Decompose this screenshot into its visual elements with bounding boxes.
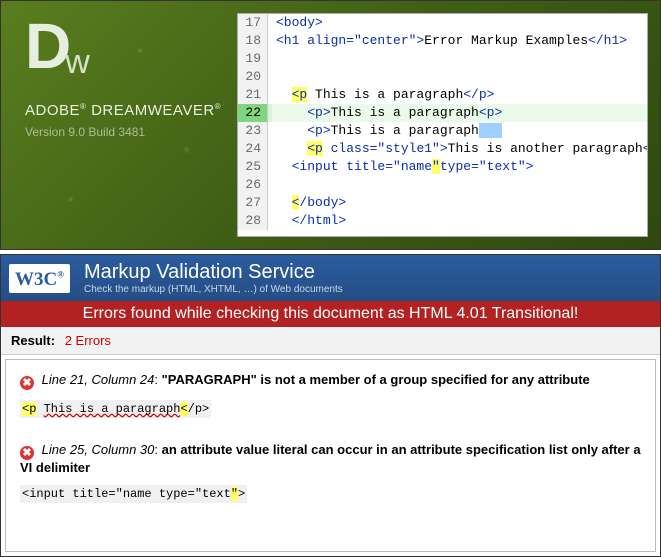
error-source: <p This is a paragraph</p> <box>20 400 211 418</box>
error-item: ✖ Line 21, Column 24: "PARAGRAPH" is not… <box>20 372 641 418</box>
code-line: 17<body> <box>238 14 647 32</box>
code-line: 26 <box>238 176 647 194</box>
version-text: Version 9.0 Build 3481 <box>25 125 233 139</box>
code-line: 18<h1 align="center">Error Markup Exampl… <box>238 32 647 50</box>
line-number: 21 <box>238 86 268 104</box>
w3c-logo: W3C® <box>9 264 70 293</box>
error-heading: ✖ Line 25, Column 30: an attribute value… <box>20 442 641 475</box>
dreamweaver-splash: D w ADOBE® DREAMWEAVER® Version 9.0 Buil… <box>1 1 233 249</box>
error-location: Line 25, Column 30 <box>42 442 155 457</box>
brand-product: DREAMWEAVER <box>91 102 215 119</box>
line-number: 19 <box>238 50 268 68</box>
result-label: Result: <box>11 333 55 348</box>
code-line: 28 </html> <box>238 212 647 230</box>
line-number: 25 <box>238 158 268 176</box>
dreamweaver-panel: D w ADOBE® DREAMWEAVER® Version 9.0 Buil… <box>0 0 661 250</box>
error-icon: ✖ <box>20 446 34 460</box>
code-line: 21 <p This is a paragraph</p> <box>238 86 647 104</box>
line-number: 24 <box>238 140 268 158</box>
line-number: 20 <box>238 68 268 86</box>
result-bar: Result: 2 Errors <box>1 327 660 355</box>
w3c-logo-text: W3C <box>15 269 57 290</box>
result-count: 2 Errors <box>65 333 111 348</box>
validator-panel: W3C® Markup Validation Service Check the… <box>0 254 661 557</box>
error-message: "PARAGRAPH" is not a member of a group s… <box>162 372 590 387</box>
code-line: 24 <p class="style1">This is another par… <box>238 140 647 158</box>
code-line: 25 <input title="name"type="text"> <box>238 158 647 176</box>
line-number: 27 <box>238 194 268 212</box>
code-line: 20 <box>238 68 647 86</box>
line-number: 17 <box>238 14 268 32</box>
line-number: 26 <box>238 176 268 194</box>
code-editor[interactable]: 17<body> 18<h1 align="center">Error Mark… <box>237 13 648 237</box>
error-banner: Errors found while checking this documen… <box>1 301 660 327</box>
error-source: <input title="name type="text"> <box>20 485 247 503</box>
logo-letter-w: w <box>65 43 90 82</box>
line-number: 28 <box>238 212 268 230</box>
code-line: 27 </body> <box>238 194 647 212</box>
brand-prefix: ADOBE <box>25 102 80 119</box>
code-line: 19 <box>238 50 647 68</box>
error-location: Line 21, Column 24 <box>42 372 155 387</box>
error-heading: ✖ Line 21, Column 24: "PARAGRAPH" is not… <box>20 372 641 390</box>
line-number: 22 <box>238 104 268 122</box>
error-item: ✖ Line 25, Column 30: an attribute value… <box>20 442 641 503</box>
validator-subtitle: Check the markup (HTML, XHTML, …) of Web… <box>84 284 343 295</box>
brand-text: ADOBE® DREAMWEAVER® <box>25 102 233 119</box>
validator-header: W3C® Markup Validation Service Check the… <box>1 255 660 301</box>
logo-letter-d: D <box>25 19 69 73</box>
code-line: 22 <p>This is a paragraph<p> <box>238 104 647 122</box>
code-line: 23 <p>This is a paragraph <box>238 122 647 140</box>
line-number: 23 <box>238 122 268 140</box>
validator-title: Markup Validation Service <box>84 261 343 284</box>
error-icon: ✖ <box>20 376 34 390</box>
line-number: 18 <box>238 32 268 50</box>
error-list: ✖ Line 21, Column 24: "PARAGRAPH" is not… <box>5 359 656 552</box>
dreamweaver-logo: D w <box>25 19 233 82</box>
validator-title-block: Markup Validation Service Check the mark… <box>84 261 343 295</box>
